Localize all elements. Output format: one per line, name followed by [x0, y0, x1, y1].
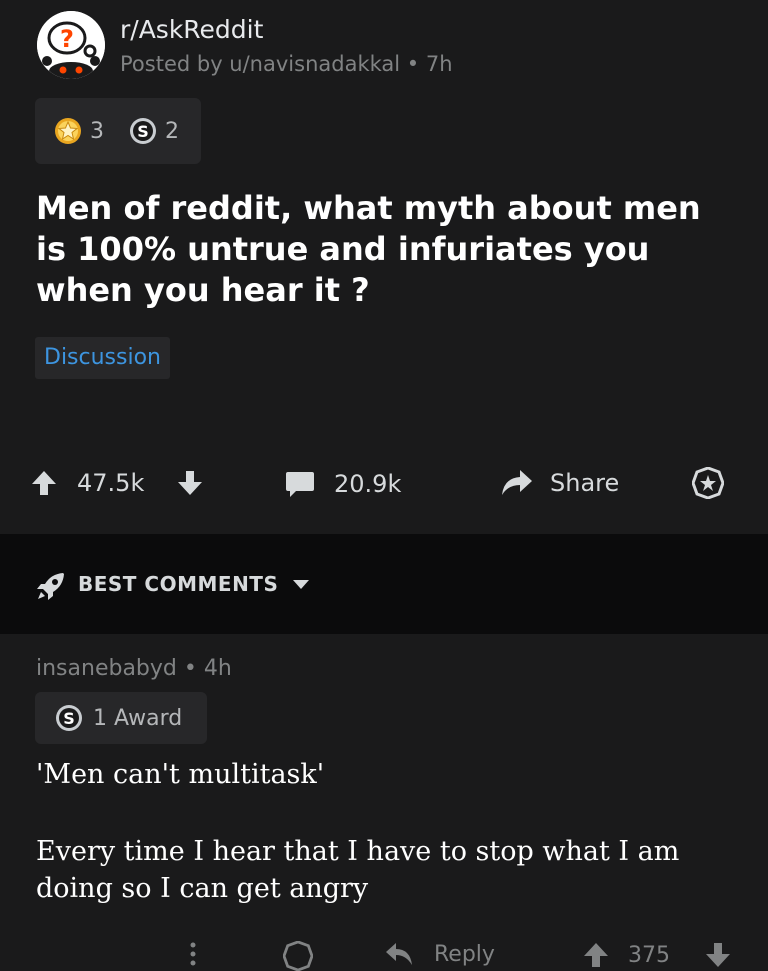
- award-silver: S 2: [129, 98, 179, 164]
- comment-body-line: 'Men can't multitask': [36, 759, 325, 790]
- award-count: 2: [165, 118, 179, 144]
- comment-downvote-button[interactable]: [704, 941, 732, 969]
- award-star: 3: [54, 98, 104, 164]
- upvote-button[interactable]: [30, 469, 58, 497]
- reply-arrow-icon: [386, 943, 412, 965]
- reply-button[interactable]: Reply: [384, 941, 495, 967]
- post-author-meta[interactable]: Posted by u/navisnadakkal • 7h: [120, 52, 453, 76]
- downvote-arrow-icon: [178, 471, 202, 495]
- comment-author-meta[interactable]: insanebabyd • 4h: [36, 656, 232, 681]
- post-score: 47.5k: [77, 469, 145, 497]
- star-award-icon: [55, 118, 81, 144]
- share-button[interactable]: Share: [500, 467, 619, 499]
- silver-coin-icon: S: [130, 118, 156, 144]
- comment-awards[interactable]: S 1 Award: [35, 692, 207, 744]
- comment-score: 375: [628, 942, 670, 968]
- post-action-bar: 47.5k 20.9k Share: [0, 455, 768, 511]
- post-card: ? r/AskReddit Posted by u/navisnadakkal …: [0, 0, 768, 534]
- subreddit-name[interactable]: r/AskReddit: [120, 15, 263, 44]
- comment-upvote-button[interactable]: 375: [582, 941, 670, 969]
- upvote-arrow-icon: [32, 471, 56, 495]
- svg-text:?: ?: [60, 25, 74, 53]
- downvote-button[interactable]: [176, 469, 204, 497]
- post-flair[interactable]: Discussion: [35, 337, 170, 379]
- comments-button[interactable]: 20.9k: [284, 468, 401, 500]
- upvote-arrow-icon: [584, 943, 608, 967]
- comment-action-bar: Reply 375: [0, 935, 768, 971]
- reply-label: Reply: [434, 941, 495, 967]
- comment-body[interactable]: 'Men can't multitask' Every time I hear …: [36, 756, 736, 907]
- comment-body-line: Every time I hear that I have to stop wh…: [36, 836, 680, 904]
- award-outline-icon: [692, 467, 724, 499]
- award-count: 3: [90, 118, 104, 144]
- give-award-button[interactable]: [692, 467, 724, 499]
- downvote-arrow-icon: [706, 943, 730, 967]
- share-arrow-icon: [502, 470, 532, 495]
- post-title[interactable]: Men of reddit, what myth about men is 10…: [36, 188, 736, 311]
- share-label: Share: [550, 469, 620, 497]
- comment-count: 20.9k: [334, 470, 402, 498]
- comment-bubble-icon: [286, 472, 314, 497]
- svg-text:S: S: [63, 709, 75, 728]
- award-outline-icon[interactable]: [283, 941, 313, 971]
- sort-label[interactable]: BEST COMMENTS: [78, 572, 278, 596]
- svg-text:S: S: [137, 122, 149, 141]
- post-awards[interactable]: 3 S 2: [35, 98, 201, 164]
- comment-award-label: 1 Award: [93, 705, 183, 731]
- chevron-down-icon: [291, 578, 311, 592]
- rocket-icon: [35, 570, 67, 602]
- silver-coin-icon: S: [56, 705, 82, 731]
- subreddit-avatar-icon[interactable]: ?: [37, 11, 105, 79]
- more-options-icon[interactable]: [188, 941, 198, 967]
